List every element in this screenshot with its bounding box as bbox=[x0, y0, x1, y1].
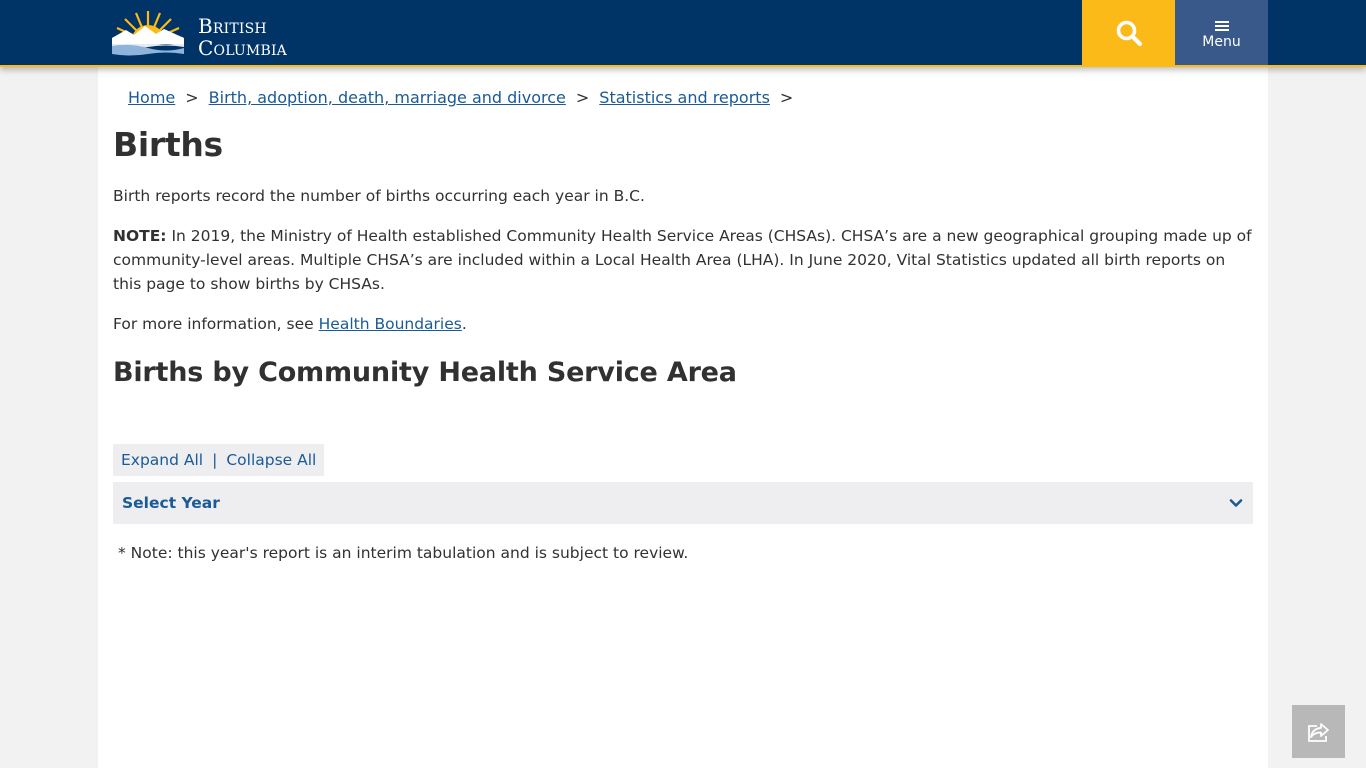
section-heading: Births by Community Health Service Area bbox=[113, 357, 737, 388]
bc-logo[interactable]: BRITISH COLUMBIA bbox=[112, 8, 292, 61]
collapse-all-button[interactable]: Collapse All bbox=[226, 451, 316, 469]
breadcrumb-separator: > bbox=[779, 88, 794, 107]
main-content: Home > Birth, adoption, death, marriage an… bbox=[98, 67, 1268, 768]
accordion-label: Select Year bbox=[122, 494, 220, 512]
interim-note: * Note: this year's report is an interim… bbox=[118, 544, 689, 562]
health-boundaries-link[interactable]: Health Boundaries bbox=[319, 315, 462, 333]
note-text: In 2019, the Ministry of Health establis… bbox=[113, 227, 1252, 293]
share-button[interactable] bbox=[1292, 705, 1345, 758]
share-icon bbox=[1307, 722, 1329, 742]
breadcrumb-separator: > bbox=[185, 88, 199, 107]
hamburger-icon bbox=[1214, 21, 1229, 31]
note-label: NOTE: bbox=[113, 227, 167, 245]
breadcrumb-separator: > bbox=[575, 88, 590, 107]
search-icon bbox=[1116, 20, 1142, 46]
more-info-paragraph: For more information, see Health Boundar… bbox=[113, 312, 1253, 336]
breadcrumb-home[interactable]: Home bbox=[128, 88, 175, 107]
divider: | bbox=[212, 451, 218, 469]
breadcrumb-statistics-reports[interactable]: Statistics and reports bbox=[599, 88, 770, 107]
menu-button[interactable]: Menu bbox=[1175, 0, 1268, 65]
bc-wordmark: BRITISH COLUMBIA bbox=[198, 16, 287, 61]
search-button[interactable] bbox=[1082, 0, 1175, 65]
logo-line-columbia: COLUMBIA bbox=[198, 36, 287, 60]
bc-sun-logo-icon bbox=[112, 11, 184, 56]
chevron-down-icon bbox=[1229, 499, 1243, 507]
more-info-prefix: For more information, see bbox=[113, 315, 319, 333]
select-year-accordion[interactable]: Select Year bbox=[113, 482, 1253, 524]
expand-all-button[interactable]: Expand All bbox=[121, 451, 203, 469]
note-paragraph: NOTE: In 2019, the Ministry of Health es… bbox=[113, 224, 1253, 296]
menu-label: Menu bbox=[1202, 34, 1241, 50]
breadcrumb: Home > Birth, adoption, death, marriage an… bbox=[128, 88, 803, 107]
more-info-suffix: . bbox=[461, 315, 467, 333]
site-header: BRITISH COLUMBIA Menu bbox=[0, 0, 1366, 67]
intro-text: Birth reports record the number of birth… bbox=[113, 187, 645, 205]
breadcrumb-birth-adoption-death[interactable]: Birth, adoption, death, marriage and div… bbox=[209, 88, 566, 107]
page-title: Births bbox=[113, 125, 223, 164]
expand-collapse-bar: Expand All | Collapse All bbox=[113, 444, 325, 476]
